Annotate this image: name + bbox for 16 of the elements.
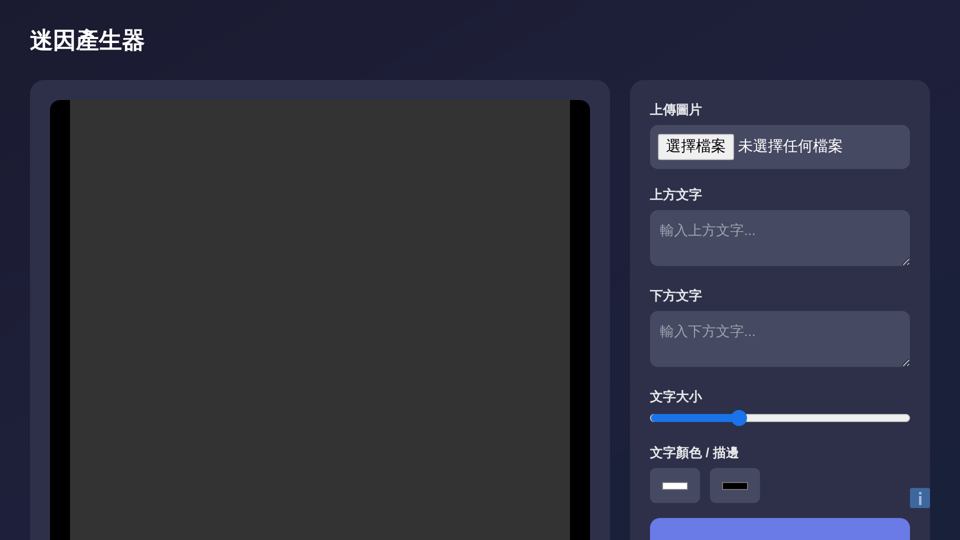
bottom-text-field[interactable]: 輸入下方文字... xyxy=(650,311,910,367)
slider-thumb[interactable] xyxy=(730,410,747,426)
file-status: 未選擇任何檔案 xyxy=(738,136,843,157)
field-label: 上方文字 xyxy=(650,186,702,204)
field-label: 文字顏色 / 描邊 xyxy=(650,444,739,462)
field-label: 文字大小 xyxy=(650,388,702,406)
file-picker[interactable]: 選擇檔案 未選擇任何檔案 xyxy=(650,125,910,169)
field-label: 上傳圖片 xyxy=(650,101,702,119)
color-picker[interactable] xyxy=(710,468,760,503)
info-icon[interactable] xyxy=(910,488,930,508)
color-picker[interactable] xyxy=(650,468,700,503)
top-text-field[interactable]: 輸入上方文字... xyxy=(650,210,910,266)
choose-file-button[interactable]: 選擇檔案 xyxy=(658,134,734,160)
font-size-slider[interactable] xyxy=(650,410,910,426)
app-title: 迷因產生器 xyxy=(30,26,145,55)
field-label: 下方文字 xyxy=(650,287,702,305)
